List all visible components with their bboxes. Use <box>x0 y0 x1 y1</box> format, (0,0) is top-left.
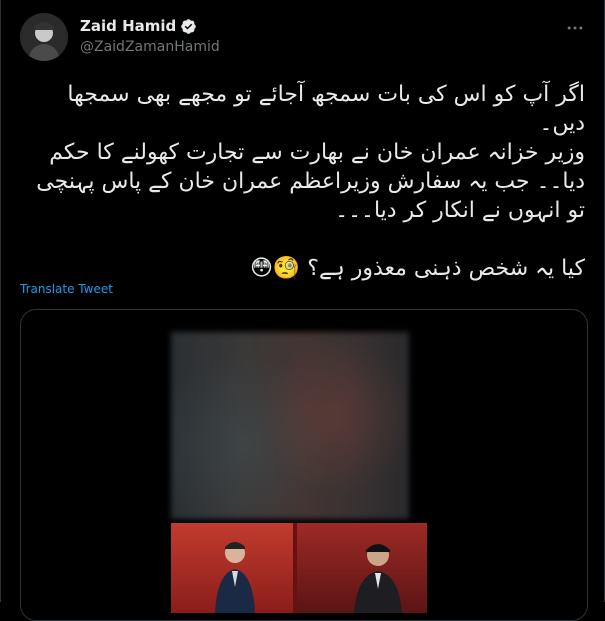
author-handle[interactable]: @ZaidZamanHamid <box>80 39 220 55</box>
blurred-video-frame <box>171 332 409 519</box>
column-border-left <box>0 0 1 602</box>
author-name[interactable]: Zaid Hamid <box>80 17 176 35</box>
more-options-icon[interactable] <box>561 14 589 42</box>
video-thumbnail[interactable] <box>171 523 427 613</box>
avatar[interactable] <box>20 13 68 61</box>
translate-tweet-link[interactable]: Translate Tweet <box>20 282 113 296</box>
guest-figure-icon <box>354 544 402 613</box>
anchor-figure-icon <box>215 542 255 613</box>
verified-badge-icon <box>181 18 197 34</box>
tweet-media[interactable] <box>20 309 588 621</box>
tweet-text: اگر آپ کو اس کی بات سمجھ آجائے تو مجھے ب… <box>36 82 585 281</box>
